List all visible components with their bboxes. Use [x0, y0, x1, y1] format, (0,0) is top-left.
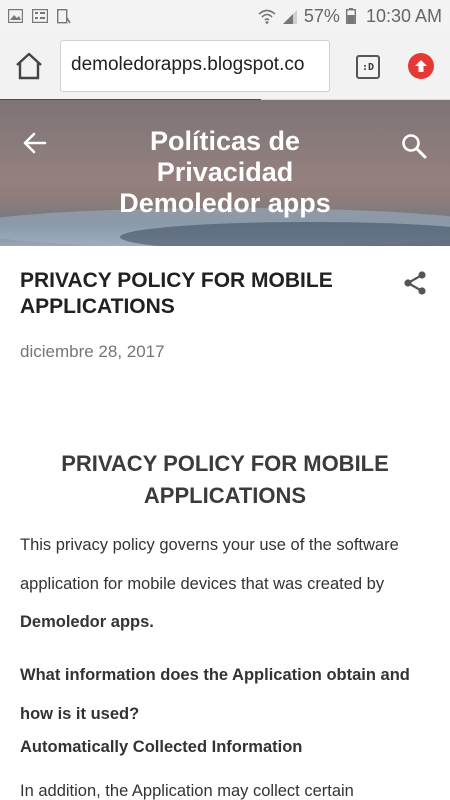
browser-toolbar: demoledorapps.blogspot.co :D	[0, 32, 450, 102]
status-right-info: 57% 10:30 AM	[258, 6, 442, 27]
intro-paragraph: This privacy policy governs your use of …	[20, 526, 430, 642]
back-arrow-icon	[23, 132, 47, 154]
paragraph-start: In addition, the Application may collect…	[20, 782, 354, 800]
info-question: What information does the Application ob…	[20, 666, 410, 723]
share-button[interactable]	[402, 270, 428, 296]
blog-title-line: Demoledor apps	[119, 188, 331, 218]
status-bar: 57% 10:30 AM	[0, 0, 450, 32]
checklist-icon	[32, 9, 48, 23]
post-title[interactable]: PRIVACY POLICY FOR MOBILE APPLICATIONS	[20, 268, 380, 320]
battery-percent: 57%	[303, 5, 340, 26]
intro-company: Demoledor apps.	[20, 613, 154, 631]
blog-title-line: Políticas de	[149, 126, 301, 156]
wifi-icon	[258, 9, 276, 24]
search-button[interactable]	[400, 132, 428, 160]
status-left-icons	[8, 8, 71, 24]
intro-text: This privacy policy governs your use of …	[20, 536, 399, 593]
home-button[interactable]	[14, 52, 46, 82]
phone-tablet-icon	[57, 8, 71, 23]
clock: 10:30 AM	[365, 5, 442, 26]
share-icon	[404, 271, 426, 295]
home-icon	[16, 52, 42, 80]
tabs-button[interactable]: :D	[356, 55, 380, 79]
policy-heading: PRIVACY POLICY FOR MOBILE APPLICATIONS	[61, 451, 389, 508]
back-button[interactable]	[22, 130, 48, 156]
signal-icon	[282, 9, 297, 24]
battery-icon	[345, 8, 356, 24]
blog-title[interactable]: Políticas de Privacidad Demoledor apps	[70, 126, 380, 219]
arrow-up-badge-icon	[415, 60, 427, 72]
browser-menu-button[interactable]	[408, 53, 434, 79]
search-icon	[402, 134, 427, 159]
blog-header: Políticas de Privacidad Demoledor apps	[0, 100, 450, 246]
blog-title-line: Privacidad	[156, 157, 294, 187]
url-field[interactable]: demoledorapps.blogspot.co	[60, 40, 330, 92]
image-icon	[8, 9, 23, 23]
post-date[interactable]: diciembre 28, 2017	[20, 342, 165, 362]
auto-collected-heading: Automatically Collected Information	[20, 738, 303, 756]
